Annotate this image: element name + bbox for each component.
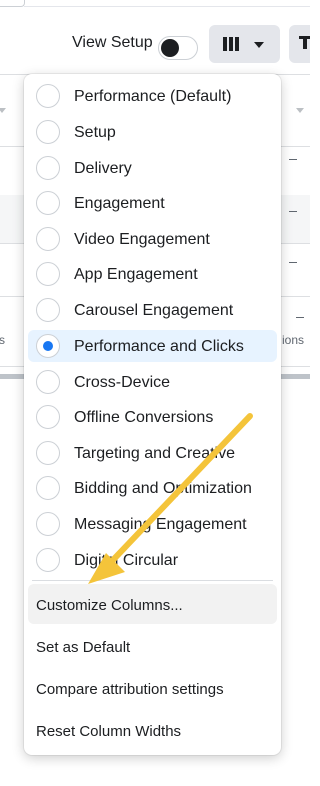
- cell-placeholder: [289, 211, 297, 212]
- column-preset-label: Video Engagement: [74, 231, 210, 248]
- set-as-default-button[interactable]: Set as Default: [28, 626, 277, 666]
- columns-preset-menu: Performance (Default) Setup Delivery Eng…: [24, 74, 281, 755]
- column-preset-label: Performance and Clicks: [74, 338, 244, 355]
- radio-icon: [36, 405, 60, 429]
- radio-icon: [36, 298, 60, 322]
- column-sort-caret-right: [296, 108, 304, 113]
- view-setup-toggle[interactable]: [158, 36, 198, 60]
- breakdown-button[interactable]: [289, 25, 310, 63]
- column-preset-option[interactable]: Setup: [28, 116, 277, 148]
- toggle-knob: [161, 39, 179, 57]
- columns-dropdown-button[interactable]: [209, 25, 280, 63]
- radio-selected-icon: [36, 334, 60, 358]
- menu-divider: [32, 580, 273, 581]
- column-preset-option-selected[interactable]: Performance and Clicks: [28, 330, 277, 362]
- column-preset-option[interactable]: Video Engagement: [28, 223, 277, 255]
- chevron-down-icon: [254, 42, 264, 48]
- column-preset-label: App Engagement: [74, 266, 198, 283]
- column-preset-label: Delivery: [74, 160, 132, 177]
- column-preset-option[interactable]: Offline Conversions: [28, 401, 277, 433]
- radio-icon: [36, 476, 60, 500]
- radio-icon: [36, 156, 60, 180]
- compare-attribution-settings-button[interactable]: Compare attribution settings: [28, 668, 277, 708]
- radio-icon: [36, 548, 60, 572]
- column-sort-caret-left: [0, 108, 6, 113]
- column-preset-option[interactable]: Bidding and Optimization: [28, 472, 277, 504]
- column-preset-option[interactable]: App Engagement: [28, 258, 277, 290]
- top-edge: [0, 0, 25, 7]
- column-preset-option[interactable]: Cross-Device: [28, 366, 277, 398]
- customize-columns-button[interactable]: Customize Columns...: [28, 584, 277, 624]
- column-preset-label: Bidding and Optimization: [74, 480, 252, 497]
- column-preset-label: Carousel Engagement: [74, 302, 234, 319]
- radio-icon: [36, 227, 60, 251]
- radio-dot: [43, 341, 53, 351]
- column-preset-option[interactable]: Messaging Engagement: [28, 508, 277, 540]
- radio-icon: [36, 84, 60, 108]
- column-preset-label: Messaging Engagement: [74, 516, 247, 533]
- cell-placeholder: [296, 317, 304, 318]
- column-preset-label: Digital Circular: [74, 552, 179, 569]
- truncated-column-label-left: s: [0, 333, 5, 347]
- radio-icon: [36, 441, 60, 465]
- column-preset-label: Targeting and Creative: [74, 445, 235, 462]
- column-preset-label: Engagement: [74, 195, 165, 212]
- reset-column-widths-button[interactable]: Reset Column Widths: [28, 710, 277, 750]
- cell-placeholder: [289, 159, 297, 160]
- columns-icon: [223, 37, 241, 55]
- column-preset-option[interactable]: Engagement: [28, 187, 277, 219]
- column-preset-option[interactable]: Delivery: [28, 152, 277, 184]
- reset-column-widths-label: Reset Column Widths: [36, 723, 182, 740]
- cell-placeholder: [289, 262, 297, 263]
- column-preset-option[interactable]: Performance (Default): [28, 80, 277, 112]
- radio-icon: [36, 120, 60, 144]
- radio-icon: [36, 191, 60, 215]
- top-strip: [0, 0, 310, 8]
- column-preset-option[interactable]: Targeting and Creative: [28, 437, 277, 469]
- top-rule: [24, 6, 310, 7]
- breakdown-icon: [299, 36, 310, 49]
- column-preset-option[interactable]: Digital Circular: [28, 544, 277, 576]
- view-setup-label: View Setup: [72, 34, 153, 51]
- table-toolbar: View Setup: [0, 8, 310, 74]
- column-preset-label: Performance (Default): [74, 88, 232, 105]
- column-preset-label: Setup: [74, 124, 116, 141]
- customize-columns-label: Customize Columns...: [36, 597, 183, 614]
- column-preset-label: Offline Conversions: [74, 409, 214, 426]
- column-preset-option[interactable]: Carousel Engagement: [28, 294, 277, 326]
- compare-attribution-settings-label: Compare attribution settings: [36, 681, 224, 698]
- ads-manager-screen: View Setup s ions Performance (Default) …: [0, 0, 310, 786]
- radio-icon: [36, 370, 60, 394]
- set-as-default-label: Set as Default: [36, 639, 131, 656]
- radio-icon: [36, 512, 60, 536]
- truncated-column-label-right: ions: [282, 333, 305, 347]
- column-preset-label: Cross-Device: [74, 374, 171, 391]
- radio-icon: [36, 262, 60, 286]
